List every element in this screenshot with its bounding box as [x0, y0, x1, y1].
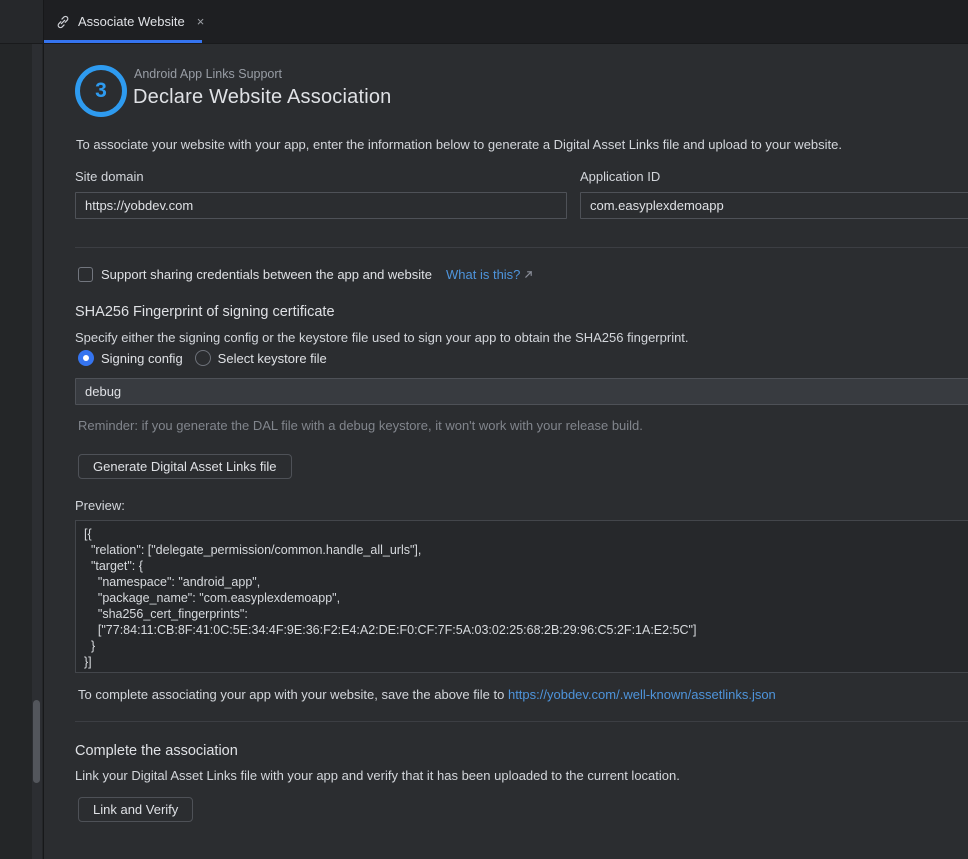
- radio-signing-config[interactable]: Signing config: [78, 350, 183, 366]
- link-icon: [56, 15, 70, 29]
- sha256-description: Specify either the signing config or the…: [75, 329, 689, 347]
- scrollbar-thumb[interactable]: [33, 700, 40, 783]
- section-divider: [75, 247, 968, 248]
- sha256-heading: SHA256 Fingerprint of signing certificat…: [75, 304, 335, 320]
- share-credentials-checkbox[interactable]: [78, 267, 93, 282]
- complete-description: Link your Digital Asset Links file with …: [75, 767, 680, 785]
- link-and-verify-button[interactable]: Link and Verify: [78, 797, 193, 822]
- assistant-kicker: Android App Links Support: [134, 67, 282, 81]
- step-number: 3: [95, 79, 107, 103]
- left-gutter: [0, 44, 44, 859]
- assetlinks-url-link[interactable]: https://yobdev.com/.well-known/assetlink…: [508, 687, 776, 702]
- dal-preview-code: [{ "relation": ["delegate_permission/com…: [84, 526, 965, 670]
- signing-config-value: debug: [85, 384, 121, 399]
- tab-bar: Associate Website ×: [0, 0, 968, 44]
- radio-select-keystore[interactable]: Select keystore file: [195, 350, 327, 366]
- radio-signing-config-label: Signing config: [101, 351, 183, 366]
- tab-associate-website[interactable]: Associate Website ×: [44, 0, 202, 43]
- tab-close-icon[interactable]: ×: [197, 15, 205, 28]
- site-domain-input[interactable]: [75, 192, 567, 219]
- generate-dal-button[interactable]: Generate Digital Asset Links file: [78, 454, 292, 479]
- step-number-badge: 3: [75, 65, 127, 117]
- save-instruction-text: To complete associating your app with yo…: [78, 687, 508, 702]
- preview-label: Preview:: [75, 498, 125, 513]
- signing-config-combobox[interactable]: debug: [75, 378, 968, 405]
- save-instruction: To complete associating your app with yo…: [78, 686, 776, 704]
- application-id-label: Application ID: [580, 169, 660, 184]
- dal-preview-box[interactable]: [{ "relation": ["delegate_permission/com…: [75, 520, 968, 673]
- radio-selected-icon[interactable]: [78, 350, 94, 366]
- page-title: Declare Website Association: [133, 86, 392, 109]
- share-credentials-label: Support sharing credentials between the …: [101, 266, 432, 284]
- radio-keystore-label: Select keystore file: [218, 351, 327, 366]
- topbar-left-corner: [0, 0, 44, 43]
- site-domain-label: Site domain: [75, 169, 144, 184]
- external-link-icon: [524, 270, 533, 279]
- radio-unselected-icon[interactable]: [195, 350, 211, 366]
- section-divider: [75, 721, 968, 722]
- intro-text: To associate your website with your app,…: [76, 136, 842, 154]
- active-tab-indicator: [44, 40, 202, 43]
- debug-keystore-reminder: Reminder: if you generate the DAL file w…: [78, 418, 643, 433]
- what-is-this-link[interactable]: What is this?: [446, 267, 520, 282]
- scrollbar-track[interactable]: [32, 44, 42, 859]
- application-id-input[interactable]: [580, 192, 968, 219]
- complete-heading: Complete the association: [75, 743, 238, 759]
- app-links-assistant-panel: Associate Website × 3 Android App Links …: [0, 0, 968, 859]
- tab-title: Associate Website: [78, 14, 185, 29]
